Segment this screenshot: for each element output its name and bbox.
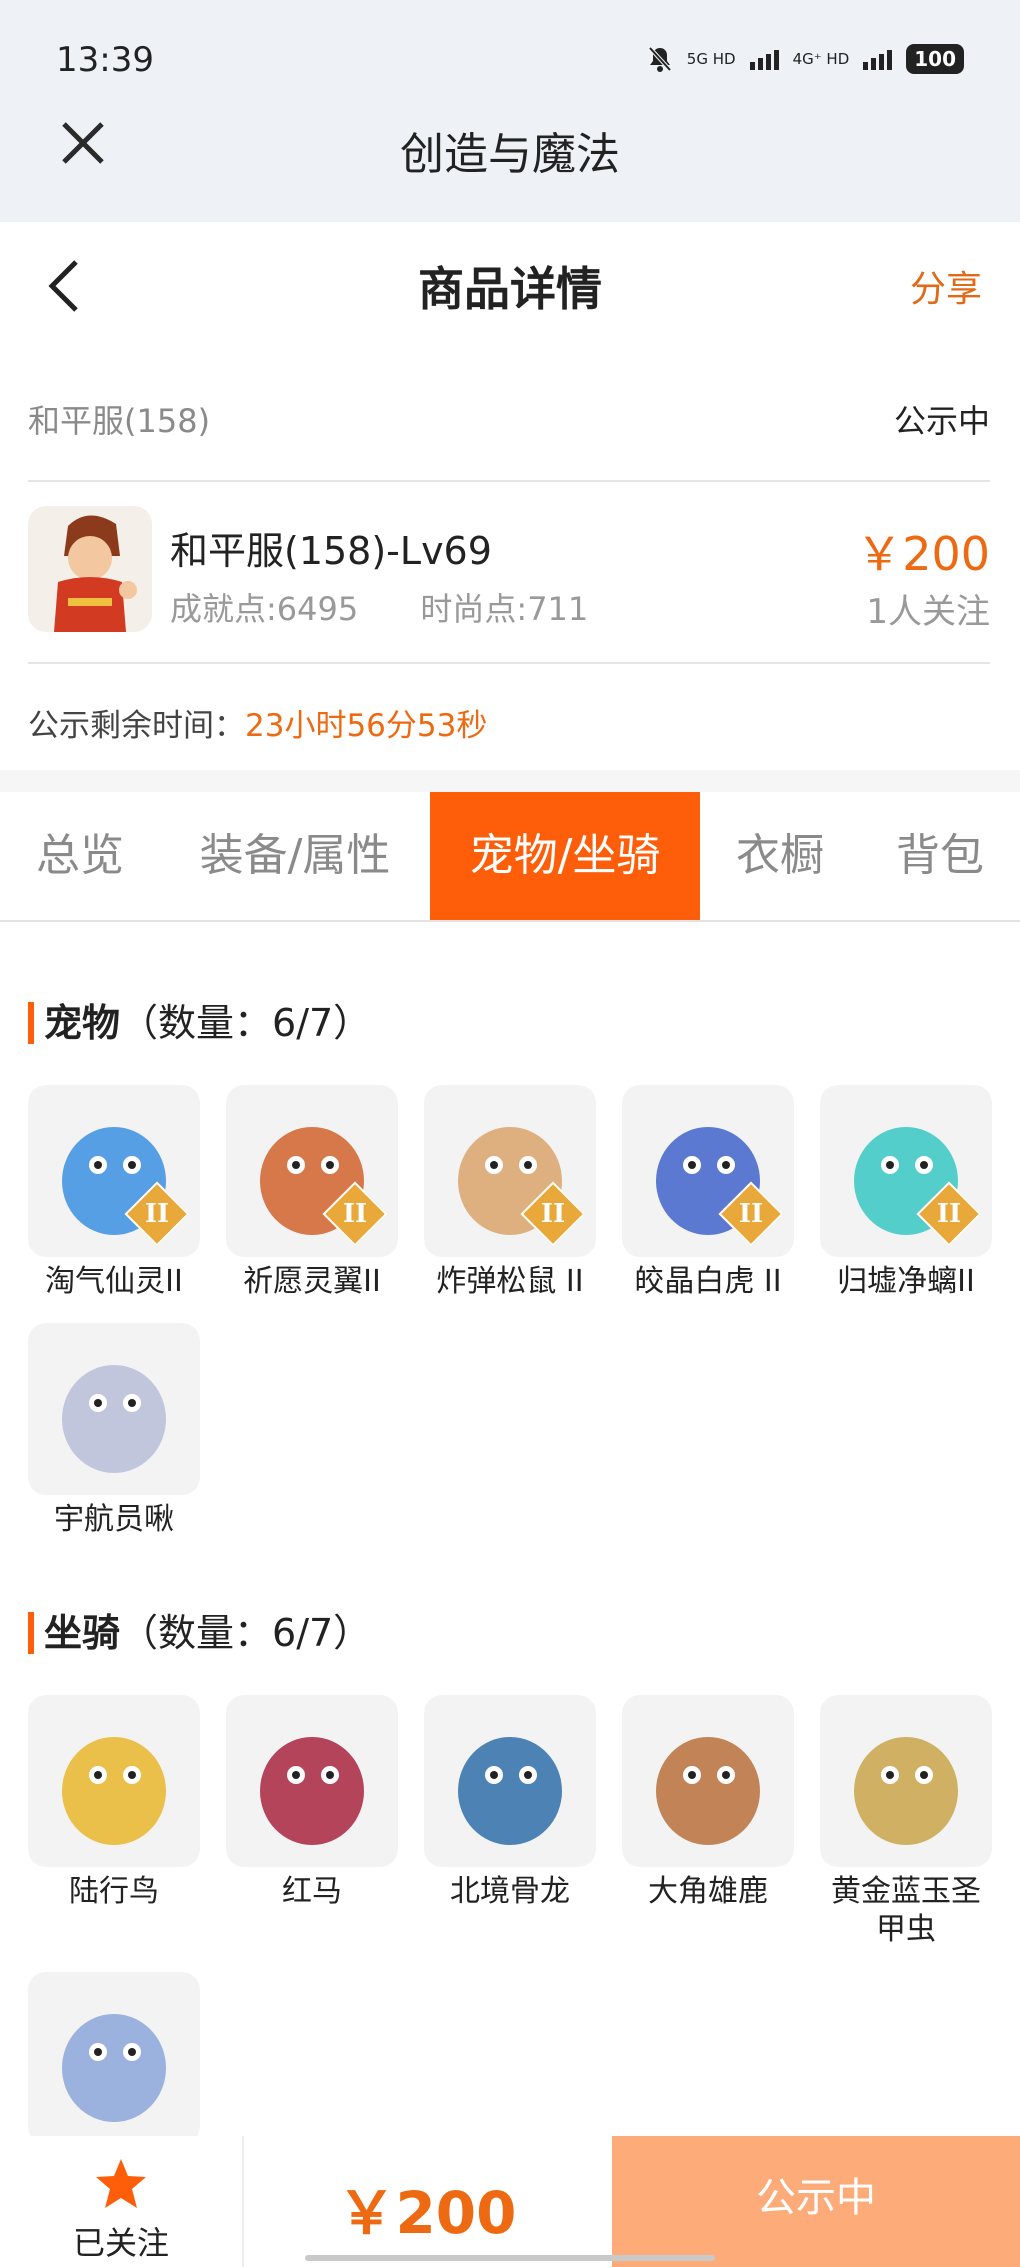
mount-image — [62, 1737, 166, 1845]
pet-thumbnail: II — [28, 1085, 200, 1257]
listing-price: ￥200 — [856, 527, 990, 581]
character-avatar — [28, 506, 152, 632]
mounts-title: 坐骑 — [44, 1611, 121, 1655]
pet-thumbnail: II — [820, 1085, 992, 1257]
pet-image — [62, 1365, 166, 1473]
pet-thumbnail: II — [226, 1085, 398, 1257]
mount-name: 北境骨龙 — [450, 1874, 570, 1909]
tab-equipment[interactable]: 装备/属性 — [170, 792, 420, 920]
achievement-points: 成就点:6495 — [170, 590, 359, 628]
section-separator — [0, 770, 1020, 792]
tab-overview[interactable]: 总览 — [0, 792, 160, 920]
mute-bell-icon — [648, 46, 672, 72]
section-accent — [28, 1002, 34, 1044]
tab-bar: 总览 装备/属性 宠物/坐骑 衣橱 背包 — [0, 792, 1020, 922]
pet-thumbnail — [28, 1323, 200, 1495]
listing-status: 公示中 — [893, 402, 990, 440]
pet-name: 祈愿灵翼II — [243, 1264, 381, 1299]
pet-name: 淘气仙灵II — [45, 1264, 183, 1299]
battery-icon: 100 — [906, 44, 964, 74]
mount-thumbnail — [820, 1695, 992, 1867]
fashion-points: 时尚点:711 — [420, 590, 589, 628]
mount-name: 红马 — [282, 1874, 342, 1909]
mount-item[interactable]: 黄金蓝玉圣甲虫 — [820, 1695, 992, 1949]
status-time: 13:39 — [56, 40, 154, 80]
signal-icon — [749, 48, 779, 70]
server-name: 和平服(158) — [28, 402, 211, 440]
mount-name: 大角雄鹿 — [648, 1874, 768, 1909]
pets-count: （数量：6/7） — [120, 1001, 372, 1045]
pets-title: 宠物 — [44, 1001, 121, 1045]
countdown-value: 23小时56分53秒 — [245, 708, 488, 744]
follow-button[interactable]: 已关注 — [0, 2136, 244, 2267]
countdown: 公示剩余时间：23小时56分53秒 — [28, 700, 487, 745]
divider — [28, 480, 990, 482]
app-header-zone: 13:39 5G HD 4G⁺ HD 100 创造与魔法 — [0, 0, 1020, 222]
tab-wardrobe[interactable]: 衣橱 — [710, 792, 850, 920]
pet-thumbnail: II — [424, 1085, 596, 1257]
pets-section-header: 宠物（数量：6/7） — [28, 992, 371, 1047]
tier-badge-label: II — [342, 1199, 368, 1229]
character-name: 和平服(158)-Lv69 — [170, 529, 492, 573]
pet-name: 宇航员啾 — [54, 1502, 174, 1537]
signal-icon-2 — [863, 48, 893, 70]
status-button[interactable]: 公示中 — [612, 2136, 1020, 2267]
mounts-section-header: 坐骑（数量：6/7） — [28, 1602, 371, 1657]
mount-name: 陆行鸟 — [69, 1874, 159, 1909]
pet-item[interactable]: II 归墟净螭II — [820, 1085, 992, 1301]
pet-thumbnail: II — [622, 1085, 794, 1257]
bottom-price: ￥200 — [337, 2179, 517, 2247]
mount-image — [656, 1737, 760, 1845]
mount-thumbnail — [226, 1695, 398, 1867]
home-indicator — [305, 2255, 715, 2261]
mount-item[interactable]: 大角雄鹿 — [622, 1695, 794, 1911]
share-button[interactable]: 分享 — [910, 260, 982, 312]
mount-item[interactable]: 陆行鸟 — [28, 1695, 200, 1911]
tier-badge-label: II — [936, 1199, 962, 1229]
pet-name: 皎晶白虎 II — [634, 1264, 782, 1299]
mounts-count: （数量：6/7） — [120, 1611, 372, 1655]
section-accent — [28, 1612, 34, 1654]
app-title: 创造与魔法 — [400, 129, 620, 180]
mount-image — [854, 1737, 958, 1845]
mount-item[interactable]: 北境骨龙 — [424, 1695, 596, 1911]
mount-item[interactable] — [28, 1972, 200, 2150]
pet-item[interactable]: II 祈愿灵翼II — [226, 1085, 398, 1301]
network-4g-label: 4G⁺ HD — [792, 50, 850, 68]
mount-name: 黄金蓝玉圣甲虫 — [831, 1874, 981, 1947]
tab-pets-mounts[interactable]: 宠物/坐骑 — [430, 792, 700, 920]
mount-thumbnail — [424, 1695, 596, 1867]
follow-label: 已关注 — [72, 2224, 169, 2262]
mount-thumbnail — [28, 1972, 200, 2144]
pet-item[interactable]: II 淘气仙灵II — [28, 1085, 200, 1301]
character-avatar-image — [54, 515, 137, 632]
status-icons: 5G HD 4G⁺ HD 100 — [647, 44, 964, 74]
tier-badge-label: II — [540, 1199, 566, 1229]
page-title: 商品详情 — [418, 262, 602, 316]
tier-badge-label: II — [738, 1199, 764, 1229]
mount-thumbnail — [28, 1695, 200, 1867]
mount-image — [458, 1737, 562, 1845]
mount-image — [62, 2014, 166, 2122]
divider — [28, 662, 990, 664]
pet-name: 炸弹松鼠 II — [436, 1264, 584, 1299]
follower-count: 1人关注 — [866, 592, 990, 632]
countdown-label: 公示剩余时间： — [28, 708, 245, 744]
mount-image — [260, 1737, 364, 1845]
pet-item[interactable]: II 皎晶白虎 II — [622, 1085, 794, 1301]
star-icon — [96, 2159, 146, 2208]
pet-item[interactable]: II 炸弹松鼠 II — [424, 1085, 596, 1301]
pet-item[interactable]: 宇航员啾 — [28, 1323, 200, 1539]
mount-thumbnail — [622, 1695, 794, 1867]
bottom-action-bar: 已关注 ￥200 公示中 — [0, 2136, 1020, 2267]
character-points: 成就点:6495 时尚点:711 — [170, 584, 640, 630]
mount-item[interactable]: 红马 — [226, 1695, 398, 1911]
tier-badge-label: II — [144, 1199, 170, 1229]
tab-backpack[interactable]: 背包 — [870, 792, 1010, 920]
network-5g-label: 5G HD — [686, 50, 736, 68]
pet-name: 归墟净螭II — [837, 1264, 975, 1299]
